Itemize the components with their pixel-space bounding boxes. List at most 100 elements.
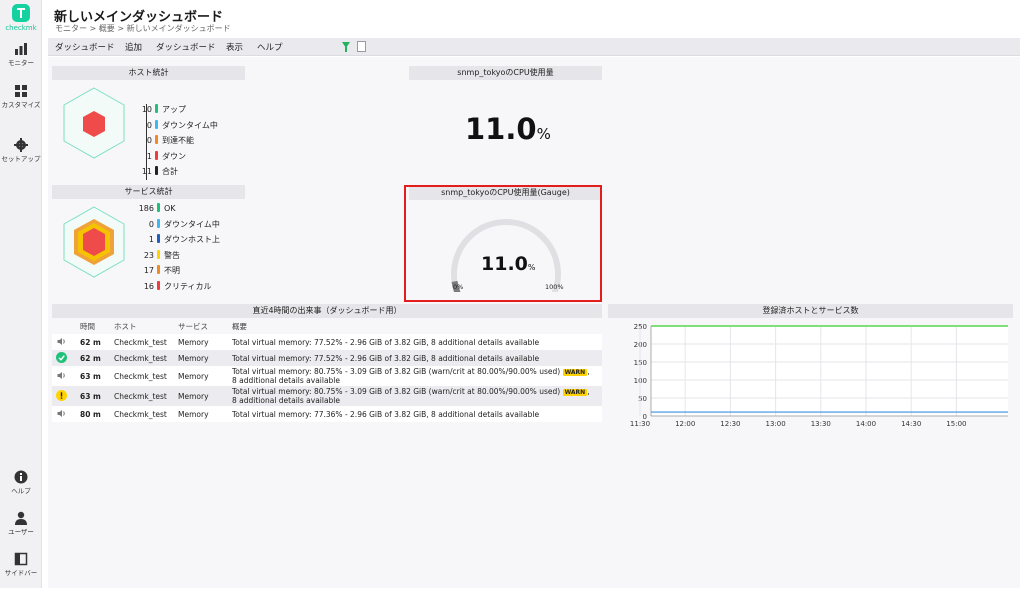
checkmk-logo[interactable]: checkmk	[0, 4, 42, 32]
legend-row[interactable]: 1 ダウン	[138, 150, 186, 163]
logo-text: checkmk	[5, 24, 37, 32]
event-host: Checkmk_test	[114, 391, 167, 401]
table-row[interactable]: 80 m Checkmk_test Memory Total virtual memo…	[52, 406, 602, 422]
event-time: 62 m	[80, 337, 101, 347]
dashboard-content: ホスト統計 10 アップ 0 ダウンタイム中 0 到達不能 1 ダウン 11 合計 サービス統計 …	[48, 57, 1020, 588]
legend-row[interactable]: 17 不明	[132, 265, 180, 277]
menu-help[interactable]: ヘルプ	[257, 41, 283, 53]
event-time-cell: 63 m	[76, 386, 110, 406]
speaker-icon[interactable]	[56, 337, 67, 349]
x-tick-label: 12:00	[675, 420, 695, 428]
table-row[interactable]: 63 m Checkmk_test Memory Total virtual memo…	[52, 386, 602, 406]
legend-color-bar	[155, 150, 158, 160]
host-stats-title: ホスト統計	[52, 66, 245, 80]
legend-row[interactable]: 1 ダウンホスト上	[132, 234, 220, 246]
cpu-single-unit: %	[536, 125, 551, 143]
column-header-summary[interactable]: 概要	[228, 318, 602, 334]
x-tick-label: 15:00	[946, 420, 966, 428]
legend-row[interactable]: 23 警告	[132, 249, 180, 262]
legend-row[interactable]: 0 ダウンタイム中	[138, 119, 218, 132]
legend-row[interactable]: 16 クリティカル	[132, 280, 212, 293]
legend-count: 0	[146, 136, 152, 145]
host-hexagon-icon[interactable]	[60, 86, 128, 162]
sidebar-item-setup[interactable]: セットアップ	[0, 138, 42, 164]
speaker-icon[interactable]	[56, 371, 67, 383]
table-row[interactable]: 62 m Checkmk_test Memory Total virtual memo…	[52, 334, 602, 350]
sidebar: checkmk モニター カスタマイズ セットアップ ヘルプ ユーザー サイドバ…	[0, 0, 42, 588]
column-header-time[interactable]: 時間	[76, 318, 110, 334]
sidebar-item-monitor[interactable]: モニター	[0, 42, 42, 68]
legend-row[interactable]: 186 OK	[132, 203, 176, 215]
cpu-single-number: 11.0	[465, 112, 537, 146]
legend-color-bar	[157, 280, 160, 290]
sidebar-item-sidebar[interactable]: サイドバー	[0, 552, 42, 578]
service-hexagon-icon[interactable]	[60, 205, 128, 281]
event-service-cell[interactable]: Memory	[174, 334, 228, 350]
x-tick-label: 13:00	[766, 420, 786, 428]
legend-count: 0	[148, 219, 154, 229]
event-service-cell[interactable]: Memory	[174, 366, 228, 386]
ok-check-icon[interactable]	[56, 351, 67, 365]
event-service: Memory	[178, 353, 209, 363]
cpu-single-dashlet: snmp_tokyoのCPU使用量 11.0%	[409, 66, 602, 182]
legend-color-bar	[155, 166, 158, 175]
event-host-cell[interactable]: Checkmk_test	[110, 406, 174, 422]
checkmk-window: checkmk モニター カスタマイズ セットアップ ヘルプ ユーザー サイドバ…	[0, 0, 1024, 592]
table-row[interactable]: 63 m Checkmk_test Memory Total virtual memo…	[52, 366, 602, 386]
legend-row[interactable]: 0 到達不能	[138, 135, 194, 147]
events-body: 62 m Checkmk_test Memory Total virtual memo…	[52, 334, 602, 422]
event-host-cell[interactable]: Checkmk_test	[110, 366, 174, 386]
event-summary-cell: Total virtual memory: 80.75% - 3.09 GiB …	[228, 386, 602, 406]
event-service-cell[interactable]: Memory	[174, 386, 228, 406]
menu-dashboard[interactable]: ダッシュボード	[55, 41, 115, 53]
filter-icon[interactable]	[342, 42, 350, 52]
document-icon[interactable]	[357, 41, 366, 52]
sidebar-item-user[interactable]: ユーザー	[0, 511, 42, 537]
events-title: 直近4時間の出来事（ダッシュボード用）	[52, 304, 602, 318]
legend-row[interactable]: 10 アップ	[138, 104, 186, 116]
legend-color-bar	[155, 135, 158, 144]
legend-row[interactable]: 11 合計	[138, 166, 178, 178]
warning-icon[interactable]	[56, 389, 67, 403]
event-time-cell: 62 m	[76, 350, 110, 366]
speaker-icon[interactable]	[56, 409, 67, 421]
status-cell	[52, 366, 76, 386]
sidebar-item-label: モニター	[8, 59, 34, 67]
column-header-host[interactable]: ホスト	[110, 318, 174, 334]
sidebar-item-label: ユーザー	[8, 528, 34, 536]
hosts-services-chart-dashlet: 登録済ホストとサービス数 25020015010050011:3012:0012…	[608, 304, 1013, 432]
event-host-cell[interactable]: Checkmk_test	[110, 334, 174, 350]
legend-row[interactable]: 0 ダウンタイム中	[132, 218, 220, 231]
cpu-single-title: snmp_tokyoのCPU使用量	[409, 66, 602, 80]
table-row[interactable]: 62 m Checkmk_test Memory Total virtual memo…	[52, 350, 602, 366]
breadcrumb[interactable]: モニター > 概要 > 新しいメインダッシュボード	[55, 23, 231, 34]
event-host-cell[interactable]: Checkmk_test	[110, 350, 174, 366]
legend-label: OK	[164, 204, 176, 213]
legend-count: 16	[143, 281, 154, 291]
status-cell	[52, 386, 76, 406]
event-summary: Total virtual memory: 80.75% - 3.09 GiB …	[232, 387, 561, 396]
info-icon	[14, 470, 28, 484]
sidebar-item-help[interactable]: ヘルプ	[0, 470, 42, 496]
events-table: 時間 ホスト サービス 概要 62 m Checkmk_test Memory Tot…	[52, 318, 602, 422]
sidebar-item-customize[interactable]: カスタマイズ	[0, 84, 42, 110]
legend-count: 11	[141, 167, 152, 176]
bar-chart-icon	[14, 42, 28, 56]
event-service: Memory	[178, 337, 209, 347]
legend-color-bar	[157, 249, 160, 259]
event-time: 80 m	[80, 409, 101, 419]
event-host-cell[interactable]: Checkmk_test	[110, 386, 174, 406]
event-service-cell[interactable]: Memory	[174, 350, 228, 366]
hosts-services-chart: 25020015010050011:3012:0012:3013:0013:30…	[630, 323, 1009, 428]
event-service: Memory	[178, 371, 209, 381]
event-time: 63 m	[80, 371, 101, 381]
legend-count: 23	[143, 250, 154, 260]
menu-dashboard-2[interactable]: ダッシュボード	[156, 41, 216, 53]
column-header-service[interactable]: サービス	[174, 318, 228, 334]
menu-add[interactable]: 追加	[125, 41, 142, 53]
x-tick-label: 11:30	[630, 420, 650, 428]
event-service-cell[interactable]: Memory	[174, 406, 228, 422]
events-dashlet: 直近4時間の出来事（ダッシュボード用） 時間 ホスト サービス 概要 62 m C…	[52, 304, 602, 432]
legend-count: 186	[138, 204, 154, 213]
menu-view[interactable]: 表示	[226, 41, 243, 53]
